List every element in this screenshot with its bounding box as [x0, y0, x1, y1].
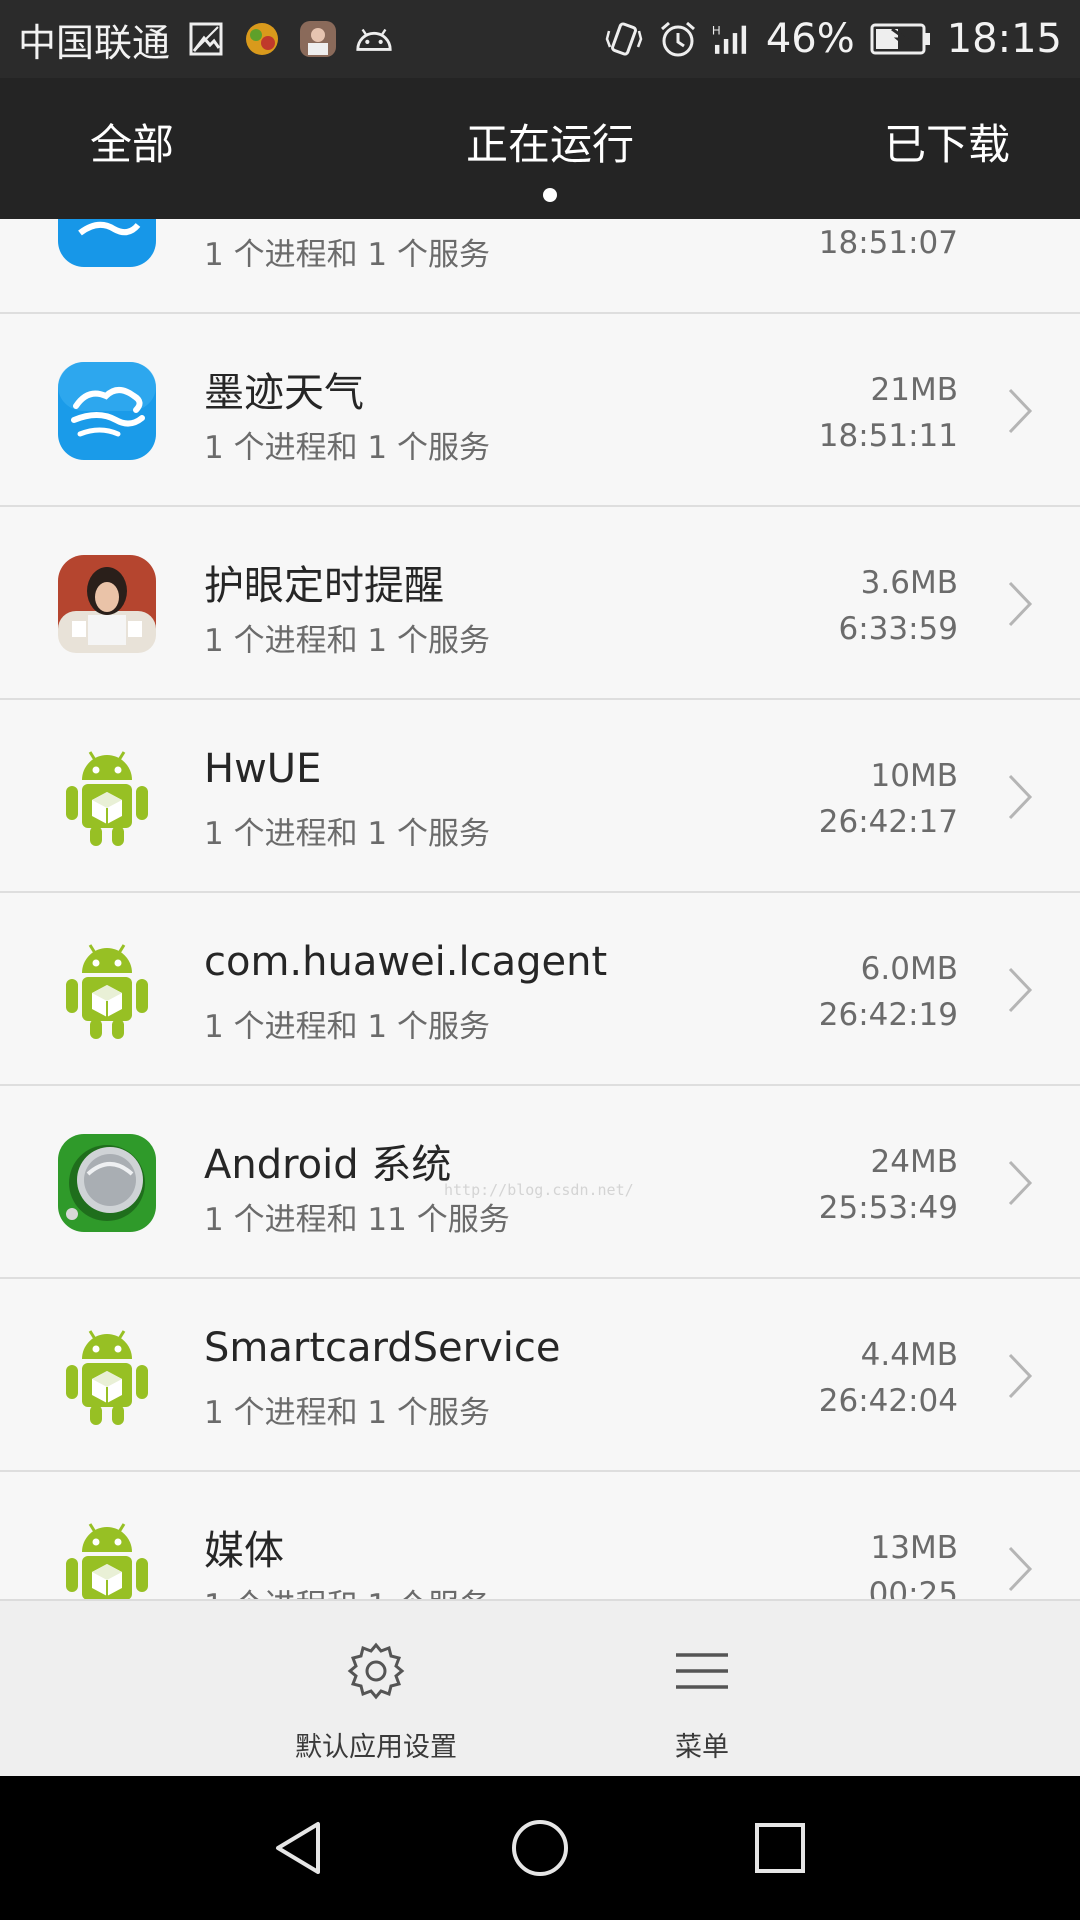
android-debug-icon [354, 19, 394, 59]
app-runtime: 18:51:07 [818, 225, 958, 261]
list-item[interactable]: 护眼定时提醒 1 个进程和 1 个服务 3.6MB 6:33:59 [0, 507, 1080, 700]
moji-weather-icon [58, 362, 156, 460]
app-memory-size: 3.6MB [860, 565, 958, 601]
alarm-icon [658, 19, 698, 59]
bottom-toolbar: 默认应用设置 菜单 [0, 1599, 1080, 1776]
chevron-right-icon [1002, 1349, 1038, 1403]
eye-care-photo-icon [58, 555, 156, 653]
app-process-info: 1 个进程和 1 个服务 [204, 237, 491, 273]
app-process-info: 1 个进程和 11 个服务 [204, 1202, 510, 1238]
list-item[interactable]: 墨迹天气 1 个进程和 1 个服务 21MB 18:51:11 [0, 314, 1080, 507]
list-item[interactable]: SmartcardService 1 个进程和 1 个服务 4.4MB 26:4… [0, 1279, 1080, 1472]
app-name: HwUE [204, 746, 322, 792]
battery-charging-icon [869, 19, 933, 59]
signal-h-icon: H [712, 19, 752, 59]
avatar-icon [298, 19, 338, 59]
app-name: 墨迹天气 [204, 370, 364, 416]
app-memory-size: 21MB [870, 372, 958, 408]
tab-downloaded[interactable]: 已下载 [703, 78, 1080, 219]
default-apps-settings-button[interactable]: 默认应用设置 [256, 1601, 496, 1778]
gear-icon [346, 1601, 406, 1705]
svg-text:H: H [712, 24, 721, 38]
recent-apps-icon[interactable] [748, 1816, 812, 1880]
list-item[interactable]: 1 个进程和 1 个服务 18:51:07 [0, 219, 1080, 314]
app-runtime: 6:33:59 [838, 611, 958, 647]
app-runtime: 26:42:19 [818, 997, 958, 1033]
android-robot-icon [58, 941, 156, 1039]
app-memory-size: 13MB [870, 1530, 958, 1566]
app-name: Android 系统 [204, 1142, 452, 1188]
status-left: 中国联通 [18, 12, 604, 67]
battery-percent: 46% [765, 16, 855, 62]
carrier-name: 中国联通 [18, 20, 171, 65]
android-robot-icon [58, 1520, 156, 1599]
status-right: H 46% 18:15 [604, 16, 1062, 62]
tab-all[interactable]: 全部 [0, 78, 397, 219]
chevron-right-icon [1002, 577, 1038, 631]
app-icon-blue-cropped [58, 219, 156, 267]
list-item[interactable]: HwUE 1 个进程和 1 个服务 10MB 26:42:17 [0, 700, 1080, 893]
app-memory-size: 4.4MB [860, 1337, 958, 1373]
app-memory-size: 10MB [870, 758, 958, 794]
chevron-right-icon [1002, 1156, 1038, 1210]
app-process-info: 1 个进程和 1 个服务 [204, 1009, 491, 1045]
tab-running-label: 正在运行 [466, 120, 635, 169]
android-system-icon [58, 1134, 156, 1232]
back-icon[interactable] [268, 1816, 332, 1880]
menu-button[interactable]: 菜单 [602, 1601, 802, 1778]
app-name: 媒体 [204, 1528, 284, 1574]
menu-icon [674, 1601, 730, 1705]
tab-all-label: 全部 [90, 120, 175, 169]
status-bar: 中国联通 H 46% 18:15 [0, 0, 1080, 78]
app-memory-size: 24MB [870, 1144, 958, 1180]
app-process-info: 1 个进程和 1 个服务 [204, 430, 491, 466]
chevron-right-icon [1002, 963, 1038, 1017]
vibrate-icon [604, 19, 644, 59]
app-runtime: 18:51:11 [818, 418, 958, 454]
game-app-icon [242, 19, 282, 59]
app-name: 护眼定时提醒 [204, 563, 444, 609]
chevron-right-icon [1002, 770, 1038, 824]
app-runtime: 26:42:04 [818, 1383, 958, 1419]
android-robot-icon [58, 748, 156, 846]
default-apps-settings-label: 默认应用设置 [295, 1732, 457, 1763]
app-name: SmartcardService [204, 1325, 561, 1371]
clock: 18:15 [946, 16, 1062, 62]
app-process-info: 1 个进程和 1 个服务 [204, 623, 491, 659]
chevron-right-icon [1002, 384, 1038, 438]
tab-running[interactable]: 正在运行 [397, 78, 704, 219]
app-runtime: 25:53:49 [818, 1190, 958, 1226]
chevron-right-icon [1002, 1542, 1038, 1596]
android-robot-icon [58, 1327, 156, 1425]
tab-selected-indicator [543, 188, 557, 202]
gallery-icon [186, 19, 226, 59]
system-nav-bar [0, 1776, 1080, 1920]
tab-downloaded-label: 已下载 [884, 120, 1011, 169]
app-process-info: 1 个进程和 1 个服务 [204, 816, 491, 852]
menu-label: 菜单 [675, 1732, 729, 1763]
running-apps-list[interactable]: 1 个进程和 1 个服务 18:51:07 墨迹天气 1 个进程和 1 个服务 … [0, 219, 1080, 1599]
app-memory-size: 6.0MB [860, 951, 958, 987]
home-icon[interactable] [508, 1816, 572, 1880]
app-process-info: 1 个进程和 1 个服务 [204, 1395, 491, 1431]
tab-bar: 全部 正在运行 已下载 [0, 78, 1080, 219]
list-item[interactable]: 媒体 1 个进程和 1 个服务 13MB 00:25 [0, 1472, 1080, 1599]
app-runtime: 00:25 [868, 1576, 958, 1599]
app-runtime: 26:42:17 [818, 804, 958, 840]
list-item[interactable]: com.huawei.lcagent 1 个进程和 1 个服务 6.0MB 26… [0, 893, 1080, 1086]
app-name: com.huawei.lcagent [204, 939, 608, 985]
watermark: http://blog.csdn.net/ [444, 1181, 634, 1199]
app-process-info: 1 个进程和 1 个服务 [204, 1580, 490, 1599]
